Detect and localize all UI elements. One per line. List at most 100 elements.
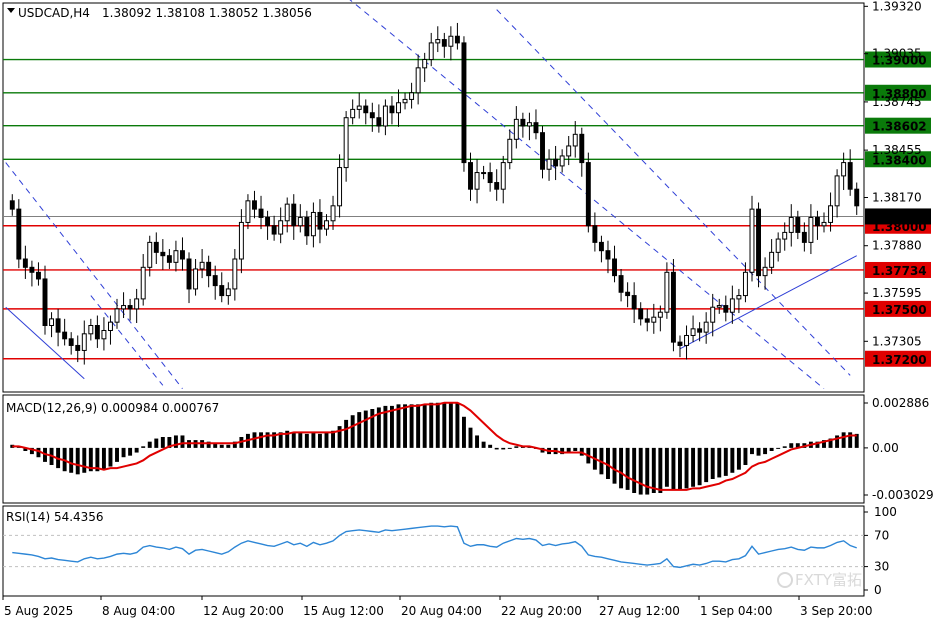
candle-body-bear xyxy=(68,338,74,346)
candle xyxy=(756,202,761,288)
candle-body-bear xyxy=(363,105,369,114)
macd-histogram-bar xyxy=(723,447,728,476)
macd-histogram-bar xyxy=(776,447,781,449)
rsi-axis-label: 100 xyxy=(874,505,897,519)
candle-body-bull xyxy=(841,162,847,177)
candle-body-bull xyxy=(245,200,251,223)
candle-body-bear xyxy=(9,200,15,210)
candle-body-bull xyxy=(297,216,303,227)
macd-axis-label: -0.003029 xyxy=(872,488,934,502)
macd-histogram-bar xyxy=(69,447,74,473)
macd-histogram-bar xyxy=(337,426,342,448)
candle-body-bull xyxy=(703,321,709,333)
candle-body-bull xyxy=(782,231,788,240)
candle-body-bull xyxy=(828,205,834,223)
candle-body-bear xyxy=(258,208,264,218)
candle-body-bull xyxy=(808,216,814,243)
macd-histogram-bar xyxy=(403,404,408,448)
macd-histogram-bar xyxy=(475,435,480,448)
macd-histogram-bar xyxy=(481,441,486,448)
candle-body-bear xyxy=(638,308,644,320)
candle-body-bull xyxy=(409,92,415,100)
macd-histogram-bar xyxy=(357,412,362,448)
macd-histogram-bar xyxy=(782,446,787,448)
candle-body-bear xyxy=(160,251,166,257)
candle-body-bear xyxy=(180,250,185,260)
symbol-timeframe: USDCAD,H4 xyxy=(18,6,90,20)
candle-body-bear xyxy=(75,344,81,351)
macd-histogram-bar xyxy=(841,432,846,448)
candle-body-bull xyxy=(324,220,329,230)
candle-body-bull xyxy=(716,305,722,308)
current-price-label: 1.38056 xyxy=(872,210,927,224)
candle-body-bull xyxy=(382,105,388,127)
candle-body-bull xyxy=(225,288,231,297)
candle-body-bear xyxy=(127,305,133,310)
candle-body-bull xyxy=(330,205,336,222)
candle-body-bull xyxy=(690,328,696,336)
macd-histogram-bar xyxy=(730,447,735,473)
macd-histogram-bar xyxy=(507,447,512,449)
candle-body-bear xyxy=(153,241,159,253)
candle-body-bear xyxy=(553,158,559,167)
candle-body-bull xyxy=(566,145,572,157)
macd-histogram-bar xyxy=(455,402,460,448)
candle-body-bear xyxy=(29,266,35,273)
candle-body-bull xyxy=(134,298,140,310)
macd-histogram-bar xyxy=(128,447,133,456)
candle-body-bear xyxy=(441,39,447,47)
candle-body-bear xyxy=(697,328,703,333)
candle-body-bull xyxy=(736,295,742,300)
candle-body-bear xyxy=(487,172,493,184)
candle-body-bear xyxy=(35,271,41,280)
candle-body-bear xyxy=(271,225,277,235)
macd-histogram-bar xyxy=(448,402,453,448)
macd-histogram-bar xyxy=(219,444,224,448)
time-axis-label: 8 Aug 04:00 xyxy=(102,604,175,618)
macd-histogram-bar xyxy=(488,444,493,448)
candle-body-bull xyxy=(101,329,107,340)
macd-histogram-bar xyxy=(612,447,617,484)
candle-body-bull xyxy=(834,175,840,207)
macd-histogram-bar xyxy=(638,447,643,495)
macd-histogram-bar xyxy=(625,447,630,490)
candle xyxy=(585,152,591,233)
macd-histogram-bar xyxy=(697,447,702,486)
macd-histogram-bar xyxy=(324,432,329,448)
candle-body-bear xyxy=(631,295,637,310)
macd-histogram-bar xyxy=(619,447,624,489)
candle-body-bull xyxy=(140,266,146,300)
candle-body-bear xyxy=(42,278,48,327)
macd-histogram-bar xyxy=(344,419,349,448)
rsi-axis-label: 30 xyxy=(874,560,889,574)
macd-histogram-bar xyxy=(704,447,709,483)
macd-histogram-bar xyxy=(298,432,303,448)
macd-histogram-bar xyxy=(658,447,663,493)
candle-body-bull xyxy=(435,39,441,44)
candle-body-bear xyxy=(212,275,218,287)
macd-histogram-bar xyxy=(710,447,715,479)
macd-histogram-bar xyxy=(350,415,355,448)
candle-body-bear xyxy=(265,216,271,227)
candle-body-bull xyxy=(232,258,238,290)
candle xyxy=(749,195,755,282)
macd-histogram-bar xyxy=(763,447,768,455)
candle-body-bear xyxy=(206,261,212,277)
macd-histogram-bar xyxy=(75,447,80,475)
macd-histogram-bar xyxy=(651,447,656,493)
price-axis-label: 1.37305 xyxy=(872,334,922,348)
macd-histogram-bar xyxy=(461,416,466,448)
macd-histogram-bar xyxy=(769,447,774,451)
candle xyxy=(670,259,676,352)
candle-body-bear xyxy=(166,255,172,263)
time-axis-label: 3 Sep 20:00 xyxy=(800,604,872,618)
candle-body-bull xyxy=(278,220,284,235)
macd-histogram-bar xyxy=(429,402,434,448)
macd-histogram-bar xyxy=(678,447,682,490)
macd-histogram-bar xyxy=(743,447,748,465)
macd-histogram-bar xyxy=(134,447,139,453)
candle-body-bull xyxy=(474,172,480,190)
background xyxy=(0,0,936,624)
candle-body-bear xyxy=(814,216,820,227)
candle-body-bear xyxy=(55,318,61,333)
